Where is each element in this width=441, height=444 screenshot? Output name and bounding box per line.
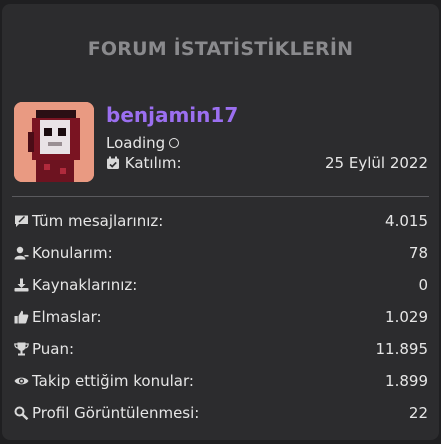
joined-row: Katılım: 25 Eylül 2022 — [106, 154, 428, 172]
status-text: Loading — [106, 134, 166, 152]
stat-label: Puan: — [32, 340, 75, 358]
username-link[interactable]: benjamin17 — [106, 103, 238, 127]
stat-row-threads[interactable]: Konularım: 78 — [14, 241, 428, 265]
joined-label: Katılım: — [124, 154, 182, 172]
stat-row-profile-views[interactable]: Profil Görüntülenmesi: 22 — [14, 401, 428, 425]
stat-label: Kaynaklarınız: — [32, 276, 138, 294]
stat-label: Tüm mesajlarınız: — [32, 212, 164, 230]
stat-value: 11.895 — [375, 340, 429, 358]
stat-value: 0 — [418, 276, 428, 294]
stat-value: 22 — [408, 404, 428, 422]
calendar-check-icon — [107, 156, 119, 169]
search-icon — [14, 406, 29, 420]
thumbs-up-icon — [14, 310, 29, 323]
stat-value: 78 — [408, 244, 428, 262]
stat-row-points[interactable]: Puan: 11.895 — [14, 337, 428, 361]
eye-icon — [14, 377, 29, 384]
user-icon — [14, 246, 29, 259]
stat-label: Elmaslar: — [32, 308, 102, 326]
stat-label: Takip ettiğim konular: — [32, 372, 194, 390]
divider — [12, 196, 429, 197]
trophy-icon — [14, 342, 29, 355]
stat-row-resources[interactable]: Kaynaklarınız: 0 — [14, 273, 428, 297]
avatar[interactable] — [14, 102, 94, 182]
stat-row-diamonds[interactable]: Elmaslar: 1.029 — [14, 305, 428, 329]
stat-label: Konularım: — [32, 244, 113, 262]
stat-row-messages[interactable]: Tüm mesajlarınız: 4.015 — [14, 209, 428, 233]
stat-value: 1.899 — [385, 372, 428, 390]
message-icon — [15, 215, 28, 227]
panel-title: FORUM İSTATİSTİKLERİN — [87, 38, 354, 60]
stat-row-watched-threads[interactable]: Takip ettiğim konular: 1.899 — [14, 369, 428, 393]
forum-stats-panel: FORUM İSTATİSTİKLERİN benjamin17 Loading… — [2, 4, 439, 440]
stat-value: 1.029 — [385, 308, 428, 326]
download-icon — [14, 278, 29, 291]
user-status: Loading — [106, 134, 180, 152]
stat-value: 4.015 — [385, 212, 428, 230]
status-circle-icon — [169, 137, 180, 148]
joined-value: 25 Eylül 2022 — [325, 154, 428, 172]
stat-label: Profil Görüntülenmesi: — [32, 404, 200, 422]
